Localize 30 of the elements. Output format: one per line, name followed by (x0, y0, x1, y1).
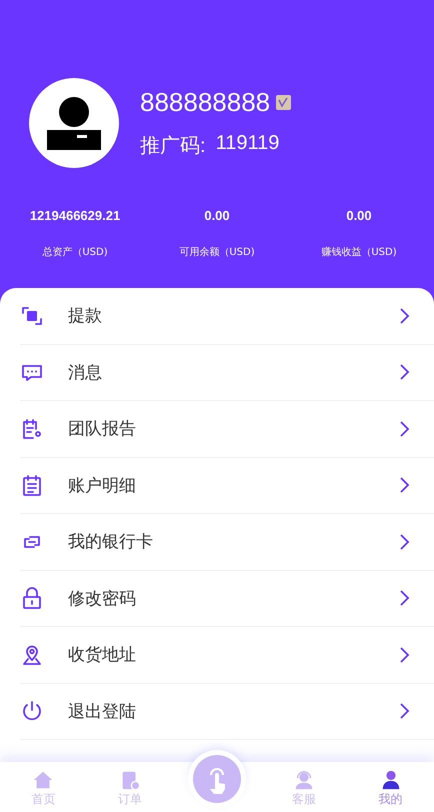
stat-value: 0.00 (204, 208, 230, 223)
report-icon (20, 416, 44, 441)
stat-label: 可用余额（USD) (179, 246, 255, 259)
home-icon (32, 769, 54, 791)
menu-item[interactable]: 提款 (20, 288, 434, 344)
menu-item[interactable]: 消息 (20, 344, 434, 401)
stat-value: 0.00 (346, 208, 372, 223)
menu-item[interactable]: 修改密码 (20, 570, 434, 627)
chevron-icon (398, 589, 410, 608)
promo-label: 推广码: (140, 134, 206, 159)
calendar-icon (20, 473, 44, 498)
chevron-icon (398, 646, 410, 664)
lock-icon (20, 586, 44, 610)
username: 888888888 (140, 87, 270, 118)
chevron-icon (398, 306, 410, 325)
stat-label: 赚钱收益（USD) (321, 246, 397, 259)
chevron-icon (398, 363, 410, 382)
stat-value: 1219466629.21 (30, 208, 120, 223)
stat-label: 总资产（USD) (42, 246, 108, 259)
menu-item[interactable]: 我的银行卡 (20, 514, 434, 570)
menu-item[interactable]: 退出登陆 (20, 684, 434, 740)
chevron-icon (398, 420, 410, 438)
menu-item[interactable]: 账户明细 (20, 458, 434, 514)
menu-item[interactable]: 收货地址 (20, 627, 434, 684)
chevron-icon (398, 702, 410, 720)
location-icon (20, 642, 44, 667)
promo-code: 119119 (216, 132, 280, 156)
chevron-icon (398, 532, 410, 551)
menu-item[interactable]: 团队报告 (20, 401, 434, 458)
chevron-icon (398, 476, 410, 494)
